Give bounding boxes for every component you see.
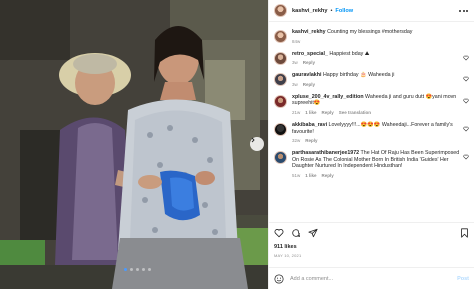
carousel-next-button[interactable] xyxy=(250,137,264,151)
more-icon[interactable] xyxy=(459,9,468,12)
separator-dot: • xyxy=(330,7,333,14)
comments-list[interactable]: kashvi_rekhy Counting my blessings #moth… xyxy=(269,23,474,223)
reply-button[interactable]: Reply xyxy=(305,138,317,143)
caption-body: Counting my blessings #mothersday xyxy=(327,29,413,35)
heart-icon[interactable] xyxy=(463,154,469,160)
reply-button[interactable]: Reply xyxy=(303,60,315,65)
comment-time: 3w xyxy=(292,81,298,87)
list-item: gauravlakhi Happy birthday 🎂 Waheeda ji … xyxy=(274,72,469,87)
post-photo[interactable] xyxy=(0,0,268,289)
comment-username[interactable]: retro_special_ xyxy=(292,51,328,57)
caption-username[interactable]: kashvi_rekhy xyxy=(292,29,326,35)
caption-time: 84w xyxy=(292,38,301,44)
list-item: xpluse_200_4v_rally_edition Waheeda ji a… xyxy=(274,94,469,115)
comment-username[interactable]: akkibaba_ravi xyxy=(292,122,327,128)
list-item: akkibaba_ravi Lovelyyyy!!!...😍😍😍 Waheeda… xyxy=(274,122,469,143)
carousel-indicator xyxy=(124,268,151,271)
comment-icon[interactable] xyxy=(291,228,301,238)
avatar[interactable] xyxy=(274,94,287,108)
avatar[interactable] xyxy=(274,4,287,17)
heart-icon[interactable] xyxy=(463,126,469,132)
comment-text: Happy birthday 🎂 Waheeda ji xyxy=(322,72,395,79)
post-comment-button[interactable]: Post xyxy=(457,276,469,282)
comment-username[interactable]: gauravlakhi xyxy=(292,72,321,78)
post-side-panel: kashvi_rekhy • Follow kashvi_rekhy Count… xyxy=(268,0,474,289)
comment-composer: Post xyxy=(269,267,474,289)
post-date: MAY 10, 2021 xyxy=(274,253,302,258)
carousel-dot xyxy=(142,268,145,271)
comment-text: Happiest bday ⛰ xyxy=(329,50,370,57)
comment-time: 51w xyxy=(292,172,301,178)
caption: kashvi_rekhy Counting my blessings #moth… xyxy=(274,29,469,44)
carousel-dot xyxy=(124,268,127,271)
comment-input[interactable] xyxy=(290,275,430,282)
bookmark-icon[interactable] xyxy=(460,228,469,238)
reply-button[interactable]: Reply xyxy=(322,110,334,115)
comment-username[interactable]: parthasarathibanerjee1972 xyxy=(292,150,359,156)
post-header: kashvi_rekhy • Follow xyxy=(269,0,474,22)
caption-text: kashvi_rekhy Counting my blessings #moth… xyxy=(292,29,462,36)
carousel-dot xyxy=(130,268,133,271)
emoji-icon[interactable] xyxy=(274,273,284,284)
see-translation-button[interactable]: See translation xyxy=(339,110,371,115)
heart-icon[interactable] xyxy=(274,228,284,238)
reply-button[interactable]: Reply xyxy=(322,173,334,178)
likes-count[interactable]: 911 likes xyxy=(274,244,469,250)
carousel-dot xyxy=(136,268,139,271)
carousel-dot xyxy=(148,268,151,271)
share-icon[interactable] xyxy=(308,228,318,238)
comment-likes[interactable]: 1 like xyxy=(305,110,316,115)
follow-button[interactable]: Follow xyxy=(335,8,353,14)
comment-time: 32w xyxy=(292,138,301,144)
reply-button[interactable]: Reply xyxy=(303,82,315,87)
heart-icon[interactable] xyxy=(463,76,469,82)
post-username[interactable]: kashvi_rekhy xyxy=(292,8,327,14)
avatar[interactable] xyxy=(274,122,287,136)
comment-username[interactable]: xpluse_200_4v_rally_edition xyxy=(292,94,364,100)
avatar[interactable] xyxy=(274,51,287,65)
photo-illustration xyxy=(0,0,268,289)
comment-likes[interactable]: 1 like xyxy=(305,173,316,178)
chevron-right-icon xyxy=(251,137,255,143)
avatar[interactable] xyxy=(274,30,287,43)
avatar[interactable] xyxy=(274,151,287,165)
comment-time: 21w xyxy=(292,109,301,115)
heart-icon[interactable] xyxy=(463,98,469,104)
avatar[interactable] xyxy=(274,73,287,87)
comment-time: 3w xyxy=(292,60,298,66)
list-item: parthasarathibanerjee1972 The Hat Of Raj… xyxy=(274,150,469,178)
list-item: retro_special_ Happiest bday ⛰ 3w Reply xyxy=(274,50,469,66)
heart-icon[interactable] xyxy=(463,55,469,61)
